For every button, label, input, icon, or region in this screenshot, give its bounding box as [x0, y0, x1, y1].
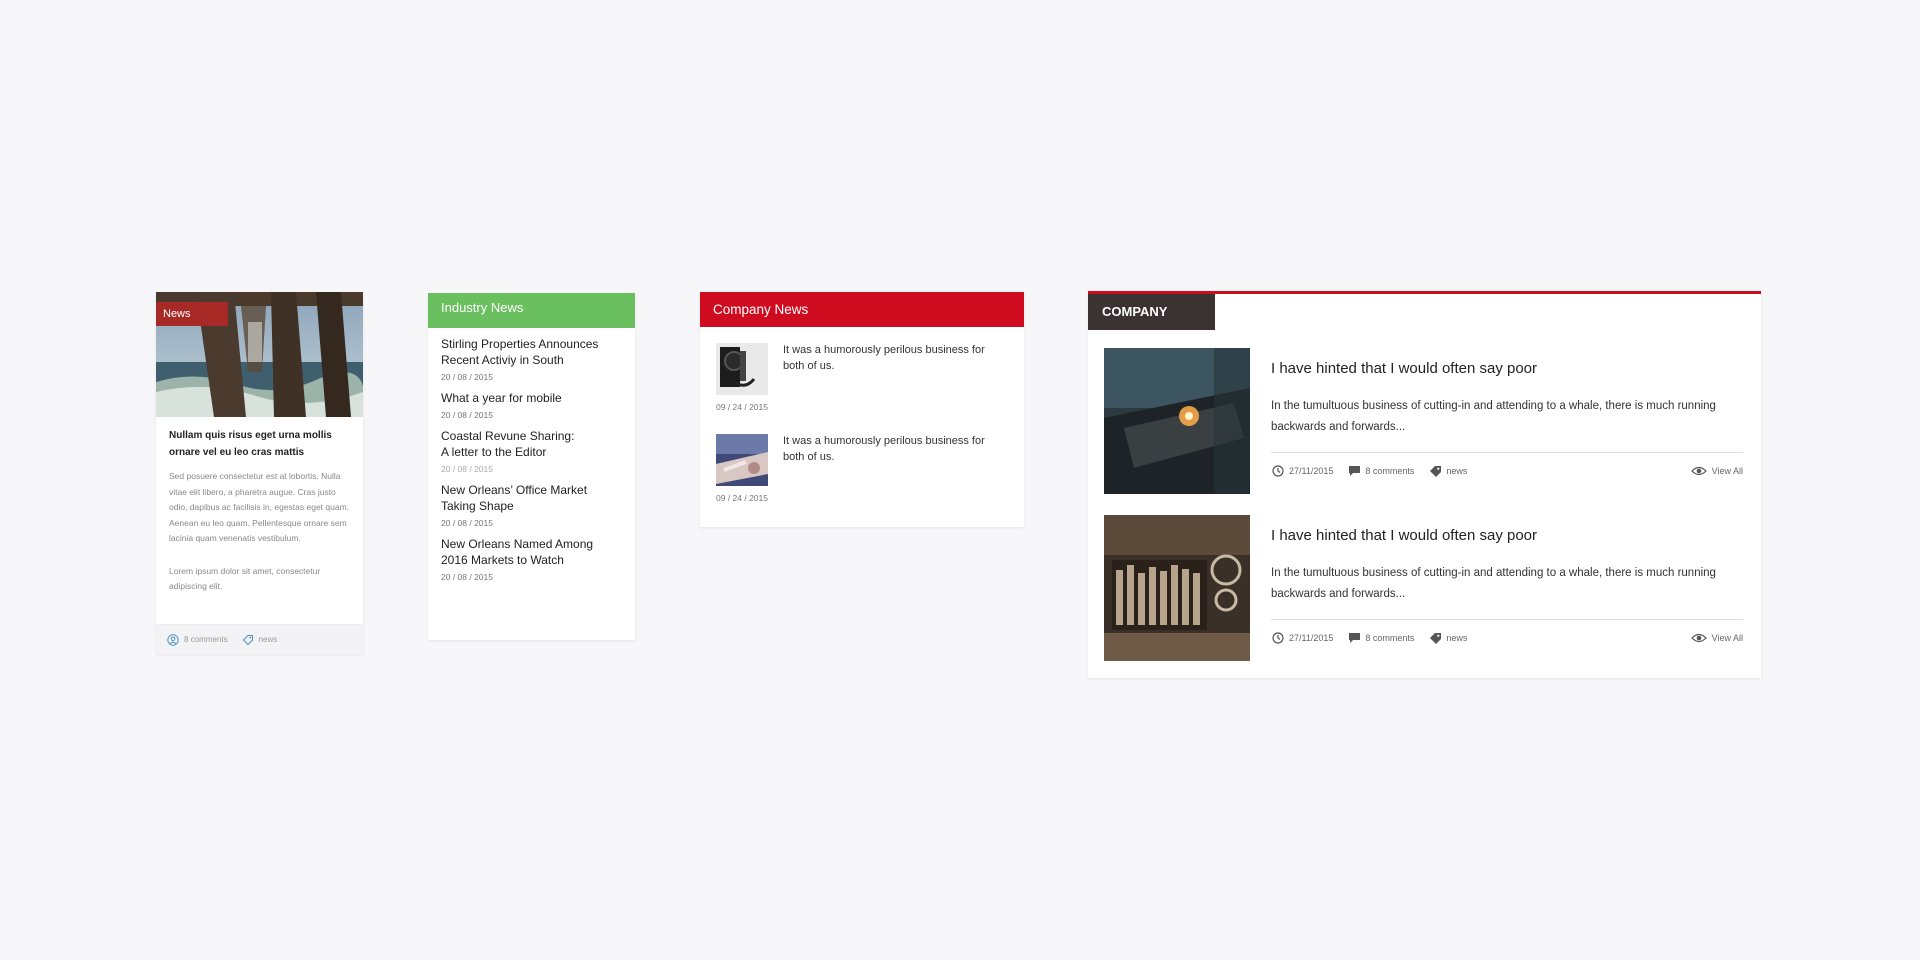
comment-icon [1347, 464, 1361, 478]
eye-icon [1690, 631, 1708, 645]
post-title[interactable]: I have hinted that I would often say poo… [1271, 360, 1537, 377]
list-item: Coastal Revune Sharing: A letter to the … [441, 428, 622, 474]
post-meta: 27/11/2015 8 comments news View All [1271, 630, 1743, 646]
article-title[interactable]: Nullam quis risus eget urna mollis ornar… [169, 427, 351, 461]
post-title[interactable]: I have hinted that I would often say poo… [1271, 527, 1537, 544]
post-image[interactable] [1104, 515, 1250, 661]
comments-count[interactable]: 8 comments [1365, 633, 1414, 643]
clock-icon [1271, 631, 1285, 645]
view-all-label[interactable]: View All [1712, 466, 1743, 476]
list-item: It was a humorously perilous business fo… [700, 418, 1024, 509]
thumbnail-image[interactable] [716, 343, 768, 395]
news-list: Stirling Properties Announces Recent Act… [428, 328, 635, 582]
news-title[interactable]: New Orleans’ Office Market Taking Shape [441, 482, 601, 514]
news-date: 20 / 08 / 2015 [441, 464, 493, 474]
widget-tag: COMPANY [1088, 294, 1215, 330]
widget-header: Industry News [428, 293, 635, 328]
tag-icon [242, 634, 254, 646]
news-date: 20 / 08 / 2015 [441, 372, 493, 382]
view-all-link[interactable]: View All [1690, 631, 1743, 645]
divider [1271, 619, 1743, 620]
news-title[interactable]: Coastal Revune Sharing: A letter to the … [441, 428, 581, 460]
article-paragraph: Sed posuere consectetur est at lobortis.… [169, 471, 350, 543]
news-excerpt[interactable]: It was a humorously perilous business fo… [783, 433, 1008, 465]
view-all-link[interactable]: View All [1690, 464, 1743, 478]
post-item: I have hinted that I would often say poo… [1104, 515, 1746, 663]
thumbnail-image[interactable] [716, 434, 768, 486]
divider [1271, 452, 1743, 453]
list-item: It was a humorously perilous business fo… [700, 327, 1024, 418]
company-news-widget: Company News It was a humorously perilou… [700, 292, 1024, 527]
article-body: Sed posuere consectetur est at lobortis.… [169, 469, 351, 595]
post-meta: 27/11/2015 8 comments news View All [1271, 463, 1743, 479]
news-title[interactable]: What a year for mobile [441, 390, 622, 406]
comments-count[interactable]: 8 comments [1365, 466, 1414, 476]
news-date: 20 / 08 / 2015 [441, 410, 493, 420]
list-item: New Orleans’ Office Market Taking Shape … [441, 482, 622, 528]
news-title[interactable]: New Orleans Named Among 2016 Markets to … [441, 536, 601, 568]
post-date: 27/11/2015 [1289, 466, 1334, 476]
news-excerpt[interactable]: It was a humorously perilous business fo… [783, 342, 1008, 374]
widget-header: Company News [700, 292, 1024, 327]
industry-news-widget: Industry News Stirling Properties Announ… [428, 293, 635, 640]
tag-link[interactable]: news [1446, 633, 1467, 643]
pier-image[interactable]: News [156, 292, 363, 417]
article-paragraph: Lorem ipsum dolor sit amet, consectetur … [169, 565, 321, 592]
list-item: What a year for mobile 20 / 08 / 2015 [441, 390, 622, 420]
user-icon [167, 633, 179, 646]
comments-count[interactable]: 8 comments [184, 635, 228, 644]
news-date: 20 / 08 / 2015 [441, 572, 493, 582]
tag-icon [1428, 464, 1442, 478]
list-item: New Orleans Named Among 2016 Markets to … [441, 536, 622, 582]
post-excerpt: In the tumultuous business of cutting-in… [1271, 400, 1716, 433]
view-all-label[interactable]: View All [1712, 633, 1743, 643]
post-item: I have hinted that I would often say poo… [1104, 348, 1746, 496]
tag-icon [1428, 631, 1442, 645]
clock-icon [1271, 464, 1285, 478]
company-posts-widget: COMPANY I have hinted that I would often… [1088, 291, 1761, 678]
news-card: News Nullam quis risus eget urna mollis … [156, 292, 363, 654]
category-badge[interactable]: News [156, 302, 228, 326]
card-footer: 8 comments news [156, 624, 363, 654]
news-date: 09 / 24 / 2015 [716, 402, 768, 412]
news-date: 09 / 24 / 2015 [716, 493, 768, 503]
post-image[interactable] [1104, 348, 1250, 494]
tag-link[interactable]: news [1446, 466, 1467, 476]
post-excerpt: In the tumultuous business of cutting-in… [1271, 567, 1716, 600]
post-date: 27/11/2015 [1289, 633, 1334, 643]
news-date: 20 / 08 / 2015 [441, 518, 493, 528]
eye-icon [1690, 464, 1708, 478]
tag-link[interactable]: news [259, 635, 278, 644]
list-item: Stirling Properties Announces Recent Act… [441, 336, 622, 382]
news-title[interactable]: Stirling Properties Announces Recent Act… [441, 336, 622, 368]
comment-icon [1347, 631, 1361, 645]
